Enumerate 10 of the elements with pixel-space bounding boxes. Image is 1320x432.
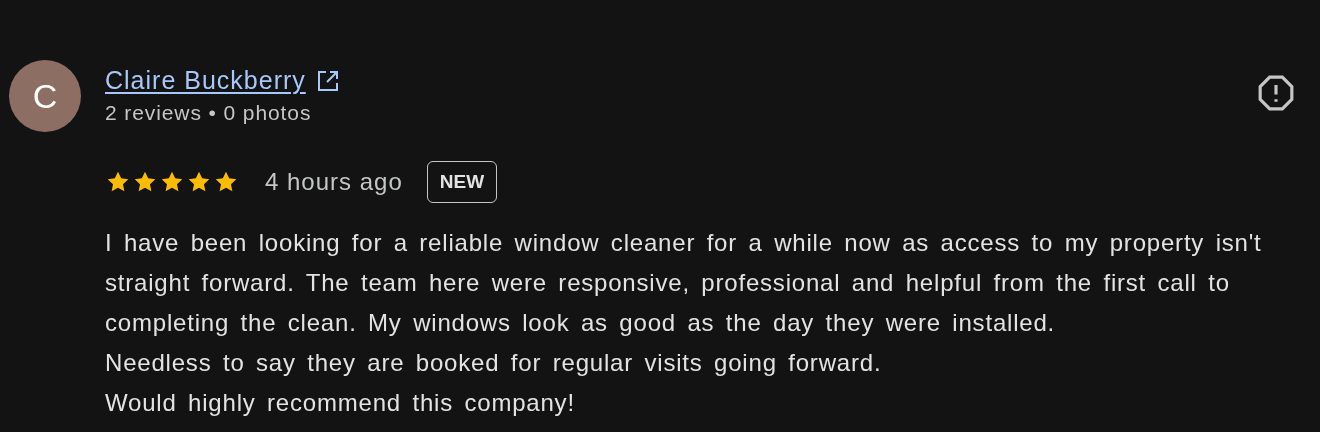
external-link-icon[interactable] xyxy=(315,68,340,93)
review-text: Would highly recommend this company! xyxy=(105,388,576,418)
review-text: Needless to say they are booked for regular visits going forward. xyxy=(105,348,883,378)
report-icon[interactable] xyxy=(1257,74,1295,112)
author-link[interactable]: Claire Buckberry xyxy=(105,66,306,95)
review-text: I have been looking for a reliable window cleaner for a while now as access to my property isn't straight forward. The team here were responsive, professional and helpful from the first call to completing the clean. My windows look as good as the day they were installed. xyxy=(105,228,1263,338)
author-stats: 2 reviews • 0 photos xyxy=(105,101,313,125)
new-badge: NEW xyxy=(426,161,498,203)
review-time: 4 hours ago xyxy=(265,168,403,196)
avatar[interactable]: C xyxy=(9,60,81,132)
